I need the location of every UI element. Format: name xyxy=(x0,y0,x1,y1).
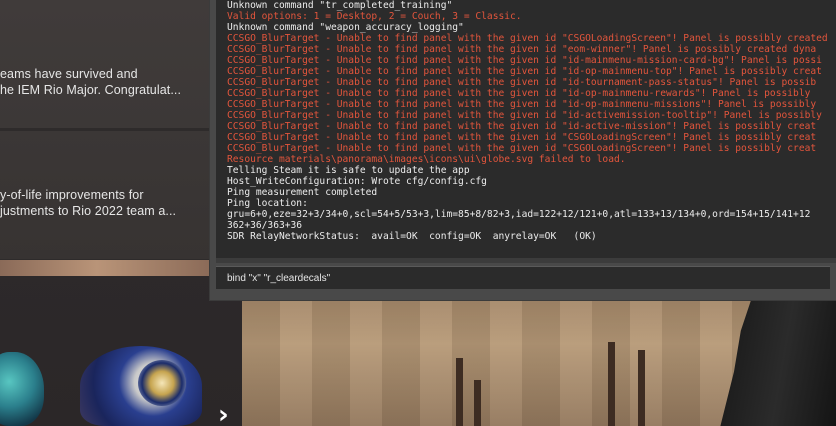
console-line: 362+36/363+36 xyxy=(227,220,303,231)
console-error-line: CCSGO_BlurTarget - Unable to find panel … xyxy=(227,132,817,143)
news-item-2-line-1: y-of-life improvements for xyxy=(0,188,144,202)
console-line: SDR RelayNetworkStatus: avail=OK config=… xyxy=(227,231,597,242)
console-error-line: CCSGO_BlurTarget - Unable to find panel … xyxy=(227,88,811,99)
console-error-line: CCSGO_BlurTarget - Unable to find panel … xyxy=(227,143,817,154)
console-error-line: CCSGO_BlurTarget - Unable to find panel … xyxy=(227,55,822,66)
news-item-1[interactable]: eams have survived and he IEM Rio Major.… xyxy=(0,0,242,128)
featured-banner-strip xyxy=(0,260,242,276)
console-frame-bottom xyxy=(210,290,836,300)
console-separator xyxy=(216,258,836,263)
collectible-medal-icon xyxy=(138,360,186,406)
console-error-line: Valid options: 1 = Desktop, 2 = Couch, 3… xyxy=(227,11,522,22)
console-line: Ping measurement completed xyxy=(227,187,378,198)
carousel-next-arrow-icon[interactable]: › xyxy=(218,400,229,426)
console-error-line: CCSGO_BlurTarget - Unable to find panel … xyxy=(227,110,822,121)
console-command-input[interactable]: bind "x" "r_cleardecals" xyxy=(216,266,830,289)
console-line: gru=6+0,eze=32+3/34+0,scl=54+5/53+3,lim=… xyxy=(227,209,811,220)
developer-console: Unknown command "tr_completed_training" V… xyxy=(210,0,836,300)
console-line: Unknown command "weapon_accuracy_logging… xyxy=(227,22,464,33)
console-log: Unknown command "tr_completed_training" V… xyxy=(216,0,836,242)
news-panel: eams have survived and he IEM Rio Major.… xyxy=(0,0,242,426)
console-error-line: CCSGO_BlurTarget - Unable to find panel … xyxy=(227,99,817,110)
fence-post xyxy=(608,342,615,426)
fence-post xyxy=(474,380,481,426)
console-output[interactable]: Unknown command "tr_completed_training" V… xyxy=(216,0,836,258)
fence-post xyxy=(638,350,645,426)
fence-post xyxy=(456,358,463,426)
console-error-line: CCSGO_BlurTarget - Unable to find panel … xyxy=(227,33,828,44)
console-line: Ping location: xyxy=(227,198,308,209)
console-command-text: bind "x" "r_cleardecals" xyxy=(227,273,331,284)
console-line: Host_WriteConfiguration: Wrote cfg/confi… xyxy=(227,176,487,187)
news-item-2-line-2: justments to Rio 2022 team a... xyxy=(0,204,177,218)
news-item-1-line-2: he IEM Rio Major. Congratulat... xyxy=(0,83,182,97)
console-line: Telling Steam it is safe to update the a… xyxy=(227,165,470,176)
news-item-2[interactable]: y-of-life improvements for justments to … xyxy=(0,131,242,259)
console-error-line: CCSGO_BlurTarget - Unable to find panel … xyxy=(227,77,817,88)
console-line: Unknown command "tr_completed_training" xyxy=(227,0,453,11)
console-error-line: CCSGO_BlurTarget - Unable to find panel … xyxy=(227,44,817,55)
console-error-line: Resource materials\panorama\images\icons… xyxy=(227,154,626,165)
news-item-1-line-1: eams have survived and xyxy=(0,67,138,81)
console-error-line: CCSGO_BlurTarget - Unable to find panel … xyxy=(227,66,822,77)
console-error-line: CCSGO_BlurTarget - Unable to find panel … xyxy=(227,121,817,132)
